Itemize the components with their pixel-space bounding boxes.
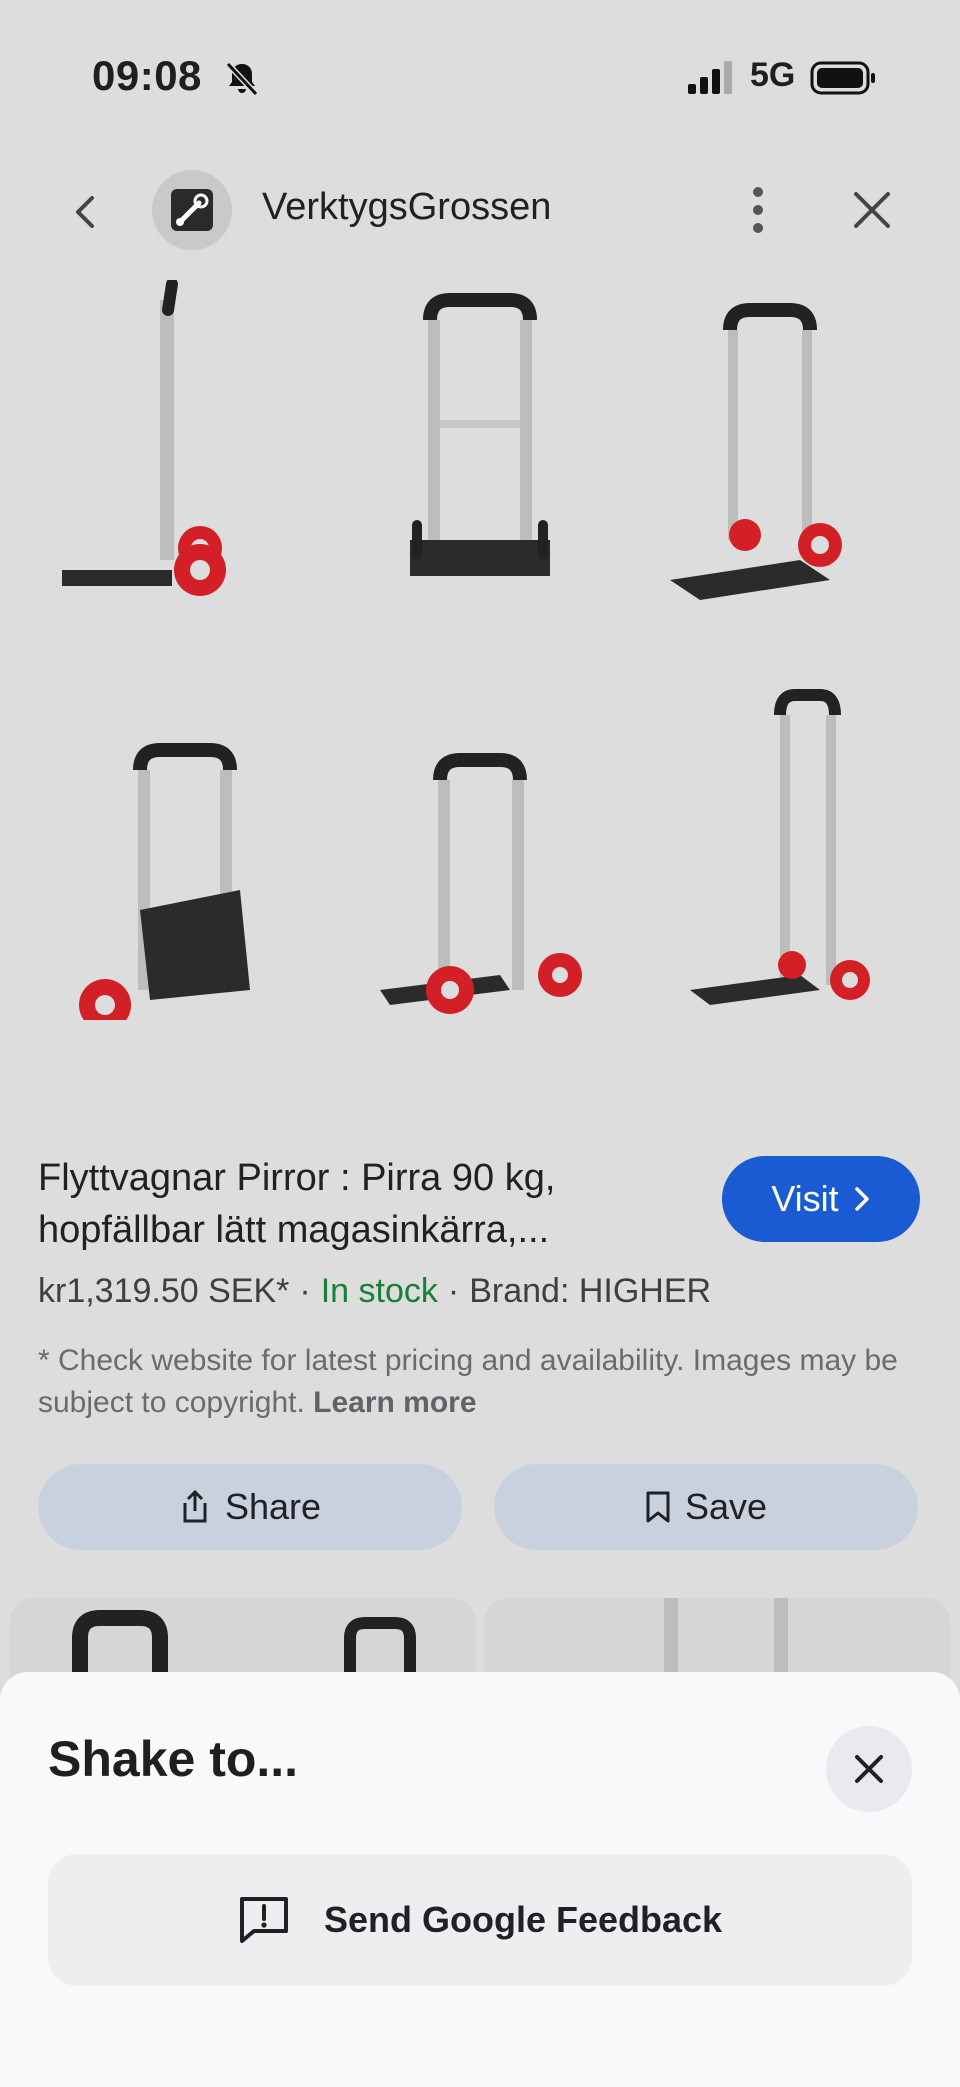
back-arrow-icon[interactable] xyxy=(62,188,110,236)
bell-muted-icon xyxy=(225,61,259,97)
battery-icon xyxy=(810,61,875,95)
save-button[interactable]: Save xyxy=(494,1464,918,1550)
visit-button[interactable]: Visit xyxy=(722,1156,920,1242)
send-feedback-button[interactable]: Send Google Feedback xyxy=(48,1854,912,1986)
visit-label: Visit xyxy=(771,1178,839,1219)
product-image-extended xyxy=(640,660,920,1020)
learn-more-link[interactable]: Learn more xyxy=(313,1386,476,1419)
site-name[interactable]: VerktygsGrossen xyxy=(262,186,551,229)
product-image-front xyxy=(340,280,620,640)
sheet-close-button[interactable] xyxy=(826,1726,912,1812)
chevron-right-icon xyxy=(854,1187,869,1211)
bookmark-icon xyxy=(646,1491,670,1523)
price: kr1,319.50 SEK* xyxy=(38,1272,290,1310)
action-buttons: Share Save xyxy=(38,1464,918,1550)
product-image-grid[interactable] xyxy=(40,278,920,1120)
share-button[interactable]: Share xyxy=(38,1464,462,1550)
close-icon[interactable] xyxy=(848,186,896,234)
product-image-perspective xyxy=(340,660,620,1020)
stock-status: In stock xyxy=(320,1272,438,1310)
status-time: 09:08 xyxy=(92,52,202,99)
feedback-label: Send Google Feedback xyxy=(323,1899,723,1940)
product-image-angle xyxy=(640,280,920,640)
product-image-folded xyxy=(40,660,320,1031)
product-title[interactable]: Flyttvagnar Pirror : Pirra 90 kg, hopfäl… xyxy=(38,1152,678,1256)
more-options-icon[interactable] xyxy=(740,184,776,236)
save-label: Save xyxy=(684,1486,768,1527)
site-logo[interactable] xyxy=(152,170,232,250)
brand: Brand: HIGHER xyxy=(469,1272,712,1310)
feedback-icon xyxy=(239,1897,288,1943)
sheet-title: Shake to... xyxy=(48,1731,299,1787)
close-icon xyxy=(855,1755,883,1783)
share-icon xyxy=(183,1489,207,1523)
status-bar: 09:08 5G xyxy=(0,0,960,150)
wrench-icon xyxy=(171,189,213,231)
price-line: kr1,319.50 SEK* · In stock · Brand: HIGHER xyxy=(38,1272,712,1310)
shake-bottom-sheet: Shake to... Send Google Feedback xyxy=(0,1672,960,2087)
share-label: Share xyxy=(224,1486,322,1527)
result-header: VerktygsGrossen xyxy=(0,160,960,260)
product-image-side xyxy=(40,278,320,640)
disclaimer: * Check website for latest pricing and a… xyxy=(38,1340,928,1424)
cellular-signal-icon xyxy=(688,61,732,94)
network-type: 5G xyxy=(750,56,796,94)
